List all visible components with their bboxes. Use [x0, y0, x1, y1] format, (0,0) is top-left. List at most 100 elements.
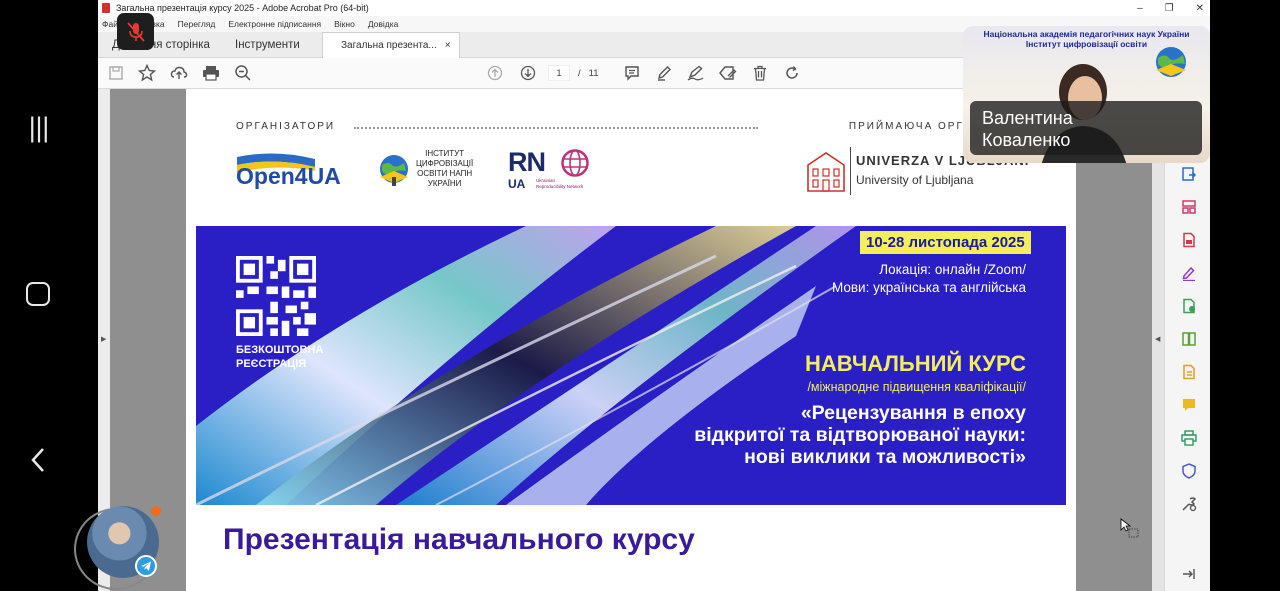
participant-name: Валентина Коваленко [970, 101, 1202, 155]
comment-tool-icon[interactable] [1180, 396, 1198, 414]
institute-logo: ІНСТИТУТ ЦИФРОВІЗАЦІЇ ОСВІТИ НАПН УКРАЇН… [376, 147, 486, 193]
free-registration-line-2: РЕЄСТРАЦІЯ [236, 358, 307, 370]
upload-cloud-icon[interactable] [169, 63, 189, 83]
collapse-right-icon: ◀ [1155, 336, 1161, 343]
menu-help[interactable]: Довідка [368, 19, 399, 29]
rn-ua-logo: RN UA Ukrainian Reproducibility Network [508, 147, 608, 193]
rn-ua-text: UA [508, 177, 526, 191]
delete-icon[interactable] [750, 63, 770, 83]
more-tools-icon[interactable] [1180, 495, 1198, 513]
page-number-input[interactable]: 1 [548, 65, 570, 81]
menu-sign[interactable]: Електронне підписання [228, 19, 321, 29]
video-call-tile[interactable]: Національна академія педагогічних наук У… [963, 26, 1210, 163]
institute-logo-line-1: ІНСТИТУТ [425, 149, 465, 158]
institute-logo-line-2: ЦИФРОВІЗАЦІЇ [416, 159, 474, 168]
free-registration-line-1: БЕЗКОШТОВНА [236, 344, 324, 356]
compare-icon[interactable] [1180, 330, 1198, 348]
course-label: НАВЧАЛЬНИЙ КУРС [805, 351, 1026, 376]
android-nav-bar: ||| [0, 0, 76, 591]
tab-document-label: Загальна презента... [341, 40, 437, 51]
comment-icon[interactable] [622, 63, 642, 83]
back-button[interactable] [18, 440, 58, 480]
course-name: «Рецензування в епоху відкритої та відтв… [694, 402, 1026, 468]
combine-files-icon[interactable] [1180, 363, 1198, 381]
previous-page-icon[interactable] [485, 63, 505, 83]
print-production-icon[interactable] [1180, 429, 1198, 447]
minimize-button[interactable]: – [1137, 3, 1143, 14]
pdf-app-icon [102, 3, 110, 13]
course-banner: БЕЗКОШТОВНА РЕЄСТРАЦІЯ 10-28 листопада 2… [196, 226, 1066, 505]
print-icon[interactable] [201, 63, 221, 83]
menu-window[interactable]: Вікно [334, 19, 355, 29]
protect-shield-icon[interactable] [1180, 462, 1198, 480]
organizers-label: ОРГАНІЗАТОРИ [236, 121, 336, 132]
video-header-line-1: Національна академія педагогічних наук У… [983, 29, 1190, 39]
expand-left-icon: ▶ [101, 336, 107, 343]
institute-globe-icon [1156, 47, 1186, 77]
close-window-button[interactable]: ✕ [1196, 3, 1204, 14]
edit-text-icon[interactable] [718, 63, 738, 83]
participant-last-name: Коваленко [982, 130, 1071, 150]
home-icon [26, 282, 50, 306]
telegram-icon [135, 555, 157, 577]
page-total: 11 [588, 67, 599, 79]
export-pdf-icon[interactable] [1180, 165, 1198, 183]
course-name-line-3: нові виклики та можливості» [744, 446, 1026, 468]
fill-sign-icon[interactable] [1180, 264, 1198, 282]
logo-divider [850, 147, 851, 195]
window-title: Загальна презентація курсу 2025 - Adobe … [116, 3, 369, 13]
course-subtitle: /міжнародне підвищення кваліфікації/ [807, 380, 1026, 394]
rotate-icon[interactable] [782, 63, 802, 83]
menu-view[interactable]: Перегляд [178, 19, 216, 29]
document-viewer[interactable]: ▶ ОРГАНІЗАТОРИ ПРИЙМАЮЧА ОРГАНІЗАЦІЯ Ope… [98, 89, 1210, 591]
restore-button[interactable]: ❐ [1165, 3, 1174, 14]
rn-sub-line-2: Reproducibility Network [536, 183, 584, 189]
organizers-row: ОРГАНІЗАТОРИ ПРИЙМАЮЧА ОРГАНІЗАЦІЯ [236, 121, 1026, 135]
course-name-line-2: відкритої та відтворюваної науки: [694, 424, 1026, 446]
tab-close-button[interactable]: × [445, 40, 451, 51]
save-icon[interactable] [106, 63, 126, 83]
mic-off-icon [126, 21, 145, 42]
collapse-pane-icon[interactable] [1180, 565, 1198, 583]
presentation-heading: Презентація навчального курсу [223, 523, 695, 556]
next-page-icon[interactable] [518, 63, 538, 83]
mouse-cursor-icon [1120, 518, 1139, 538]
page-separator: / [578, 67, 581, 79]
page-navigator: 1 / 11 [548, 65, 599, 81]
location-text: Локація: онлайн /Zoom/ [879, 262, 1026, 277]
participant-first-name: Валентина [982, 108, 1073, 128]
dotted-divider [354, 127, 758, 129]
university-name-en: University of Ljubljana [856, 173, 974, 187]
back-icon [31, 448, 44, 472]
languages-text: Мови: українська та англійська [831, 280, 1026, 295]
institute-logo-line-3: ОСВІТИ НАПН [417, 169, 473, 178]
globe-icon [561, 149, 589, 177]
course-name-line-1: «Рецензування в епоху [800, 402, 1026, 424]
rn-logo-text: RN [508, 147, 546, 177]
tab-document[interactable]: Загальна презента... × [322, 32, 460, 58]
notification-dot [151, 506, 161, 516]
title-bar: Загальна презентація курсу 2025 - Adobe … [98, 0, 1210, 16]
registration-qr-code[interactable] [236, 256, 316, 336]
open4ua-logo-text: Open4UA [236, 163, 341, 189]
create-pdf-icon[interactable] [1180, 231, 1198, 249]
draw-icon[interactable] [686, 63, 706, 83]
open4ua-logo: Open4UA [235, 151, 351, 189]
screen: ||| Загальна презентація курсу 2025 - Ad… [0, 0, 1280, 591]
bookmark-star-icon[interactable] [137, 63, 157, 83]
right-panel-toggle[interactable]: ◀ [1152, 89, 1164, 591]
zoom-out-icon[interactable] [233, 63, 253, 83]
mic-muted-button[interactable] [117, 13, 154, 50]
institute-logo-line-4: УКРАЇНИ [427, 179, 462, 188]
location-info: Локація: онлайн /Zoom/ Мови: українська … [832, 261, 1026, 297]
tab-tools[interactable]: Інструменти [235, 32, 300, 58]
date-badge: 10-28 листопада 2025 [860, 231, 1031, 254]
free-registration-label: БЕЗКОШТОВНА РЕЄСТРАЦІЯ [236, 343, 323, 371]
organize-pages-icon[interactable] [1180, 198, 1198, 216]
pdf-page: ОРГАНІЗАТОРИ ПРИЙМАЮЧА ОРГАНІЗАЦІЯ Open4… [186, 89, 1076, 591]
edit-pdf-icon[interactable] [1180, 297, 1198, 315]
highlight-pen-icon[interactable] [654, 63, 674, 83]
tools-pane [1164, 89, 1210, 591]
home-button[interactable] [18, 274, 58, 314]
recent-apps-button[interactable]: ||| [18, 108, 58, 148]
